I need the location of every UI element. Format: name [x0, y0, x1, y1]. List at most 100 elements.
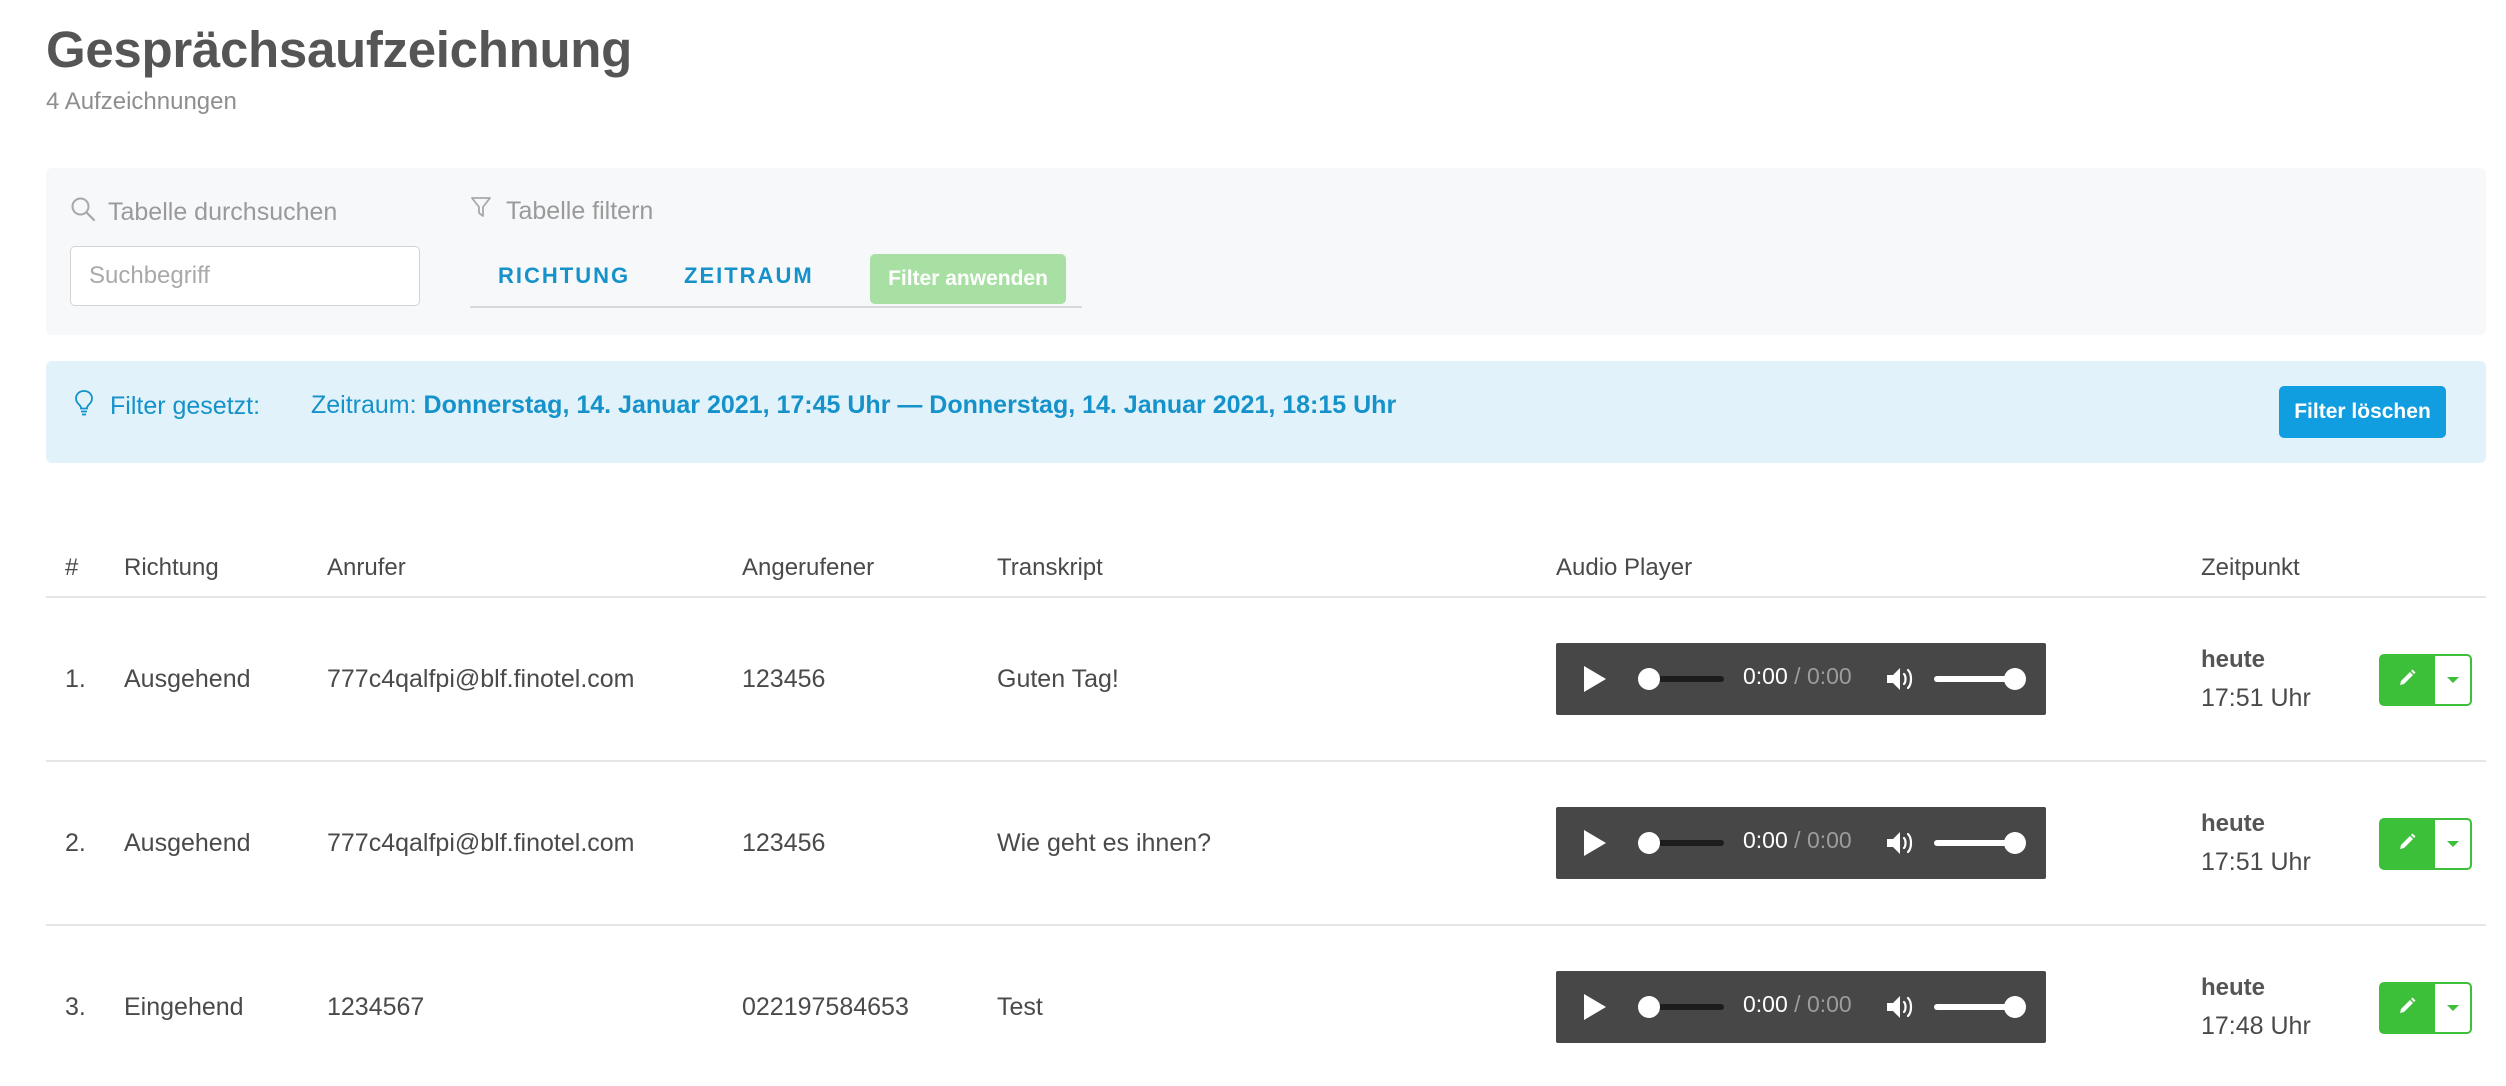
- seek-slider[interactable]: [1638, 832, 1724, 854]
- row-callee: 123456: [742, 828, 826, 857]
- edit-button[interactable]: [2379, 982, 2435, 1034]
- row-menu-button[interactable]: [2435, 982, 2472, 1034]
- time-separator: /: [1794, 663, 1801, 689]
- table-row: 1. Ausgehend 777c4qalfpi@blf.finotel.com…: [46, 598, 2486, 762]
- row-audio-cell: 0:00 / 0:00: [1556, 598, 2046, 760]
- row-actions: [2379, 818, 2472, 870]
- audio-player: 0:00 / 0:00: [1556, 807, 2046, 879]
- row-menu-button[interactable]: [2435, 654, 2472, 706]
- lightbulb-icon: [74, 389, 94, 424]
- row-direction: Ausgehend: [124, 664, 251, 693]
- header-time[interactable]: Zeitpunkt: [2201, 554, 2300, 582]
- header-caller[interactable]: Anrufer: [327, 554, 406, 582]
- edit-button[interactable]: [2379, 654, 2435, 706]
- volume-handle[interactable]: [2004, 668, 2026, 690]
- edit-button[interactable]: [2379, 818, 2435, 870]
- audio-player: 0:00 / 0:00: [1556, 971, 2046, 1043]
- row-actions: [2379, 654, 2472, 706]
- search-input[interactable]: [70, 246, 420, 306]
- seek-slider[interactable]: [1638, 996, 1724, 1018]
- row-transcript: Guten Tag!: [997, 664, 1119, 693]
- caret-down-icon: [2446, 677, 2459, 683]
- filter-label: Tabelle filtern: [470, 196, 653, 227]
- header-transcript[interactable]: Transkript: [997, 554, 1103, 582]
- play-icon[interactable]: [1584, 830, 1606, 856]
- header-callee[interactable]: Angerufener: [742, 554, 874, 582]
- time-day: heute: [2201, 973, 2266, 1001]
- volume-icon[interactable]: [1885, 665, 1915, 693]
- current-time: 0:00: [1743, 991, 1788, 1017]
- search-label-text: Tabelle durchsuchen: [108, 198, 338, 226]
- current-time: 0:00: [1743, 827, 1788, 853]
- volume-slider[interactable]: [1934, 832, 2026, 854]
- volume-handle[interactable]: [2004, 832, 2026, 854]
- row-actions: [2379, 982, 2472, 1034]
- tab-zeitraum[interactable]: ZEITRAUM: [684, 246, 814, 306]
- time-day: heute: [2201, 645, 2266, 673]
- row-direction: Eingehend: [124, 992, 244, 1021]
- row-caller: 777c4qalfpi@blf.finotel.com: [327, 664, 635, 693]
- time-clock: 17:51 Uhr: [2201, 847, 2311, 876]
- seek-slider[interactable]: [1638, 668, 1724, 690]
- time-separator: /: [1794, 827, 1801, 853]
- volume-slider[interactable]: [1934, 996, 2026, 1018]
- volume-slider[interactable]: [1934, 668, 2026, 690]
- play-icon[interactable]: [1584, 666, 1606, 692]
- time-clock: 17:48 Uhr: [2201, 1011, 2311, 1040]
- clear-filter-button[interactable]: Filter löschen: [2279, 386, 2446, 438]
- volume-icon[interactable]: [1885, 829, 1915, 857]
- row-caller: 777c4qalfpi@blf.finotel.com: [327, 828, 635, 857]
- apply-filter-button[interactable]: Filter anwenden: [870, 254, 1066, 304]
- header-direction[interactable]: Richtung: [124, 554, 219, 582]
- player-time: 0:00 / 0:00: [1743, 663, 1852, 690]
- table-header: # Richtung Anrufer Angerufener Transkrip…: [46, 540, 2486, 598]
- filter-label-text: Tabelle filtern: [506, 197, 654, 225]
- recordings-table: # Richtung Anrufer Angerufener Transkrip…: [46, 540, 2486, 1086]
- row-audio-cell: 0:00 / 0:00: [1556, 926, 2046, 1086]
- audio-player: 0:00 / 0:00: [1556, 643, 2046, 715]
- row-number: 3.: [65, 992, 86, 1021]
- row-time: heute 17:48 Uhr: [2201, 926, 2311, 1086]
- banner-value: Donnerstag, 14. Januar 2021, 17:45 Uhr —…: [423, 391, 1397, 419]
- funnel-icon: [470, 196, 492, 227]
- row-transcript: Test: [997, 992, 1043, 1021]
- volume-icon[interactable]: [1885, 993, 1915, 1021]
- pencil-icon: [2397, 832, 2417, 857]
- row-number: 2.: [65, 828, 86, 857]
- row-callee: 123456: [742, 664, 826, 693]
- player-time: 0:00 / 0:00: [1743, 827, 1852, 854]
- caret-down-icon: [2446, 841, 2459, 847]
- row-callee: 022197584653: [742, 992, 909, 1021]
- search-label: Tabelle durchsuchen: [70, 196, 337, 229]
- row-transcript: Wie geht es ihnen?: [997, 828, 1212, 857]
- search-icon: [70, 196, 96, 229]
- table-row: 2. Ausgehend 777c4qalfpi@blf.finotel.com…: [46, 762, 2486, 926]
- banner-field: Zeitraum:: [311, 391, 417, 419]
- banner-filter-text: Zeitraum: Donnerstag, 14. Januar 2021, 1…: [311, 391, 1396, 420]
- filter-tabs: RICHTUNG ZEITRAUM Filter anwenden: [470, 246, 1082, 308]
- filter-panel: Tabelle durchsuchen Tabelle filtern RICH…: [46, 168, 2486, 335]
- row-caller: 1234567: [327, 992, 425, 1021]
- table-row: 3. Eingehend 1234567 022197584653 Test 0…: [46, 926, 2486, 1086]
- seek-handle[interactable]: [1638, 996, 1660, 1018]
- seek-handle[interactable]: [1638, 668, 1660, 690]
- header-audio: Audio Player: [1556, 554, 1693, 581]
- tab-richtung[interactable]: RICHTUNG: [498, 246, 630, 306]
- duration: 0:00: [1806, 663, 1852, 689]
- banner-label-text: Filter gesetzt:: [110, 392, 261, 420]
- current-time: 0:00: [1743, 663, 1788, 689]
- page-subtitle: 4 Aufzeichnungen: [46, 88, 237, 115]
- row-time: heute 17:51 Uhr: [2201, 598, 2311, 760]
- row-time: heute 17:51 Uhr: [2201, 762, 2311, 924]
- row-direction: Ausgehend: [124, 828, 251, 857]
- row-menu-button[interactable]: [2435, 818, 2472, 870]
- banner-label: Filter gesetzt:: [74, 389, 260, 424]
- duration: 0:00: [1806, 827, 1852, 853]
- player-time: 0:00 / 0:00: [1743, 991, 1852, 1018]
- seek-handle[interactable]: [1638, 832, 1660, 854]
- play-icon[interactable]: [1584, 994, 1606, 1020]
- time-day: heute: [2201, 809, 2266, 837]
- volume-handle[interactable]: [2004, 996, 2026, 1018]
- pencil-icon: [2397, 996, 2417, 1021]
- active-filter-banner: Filter gesetzt: Zeitraum: Donnerstag, 14…: [46, 361, 2486, 463]
